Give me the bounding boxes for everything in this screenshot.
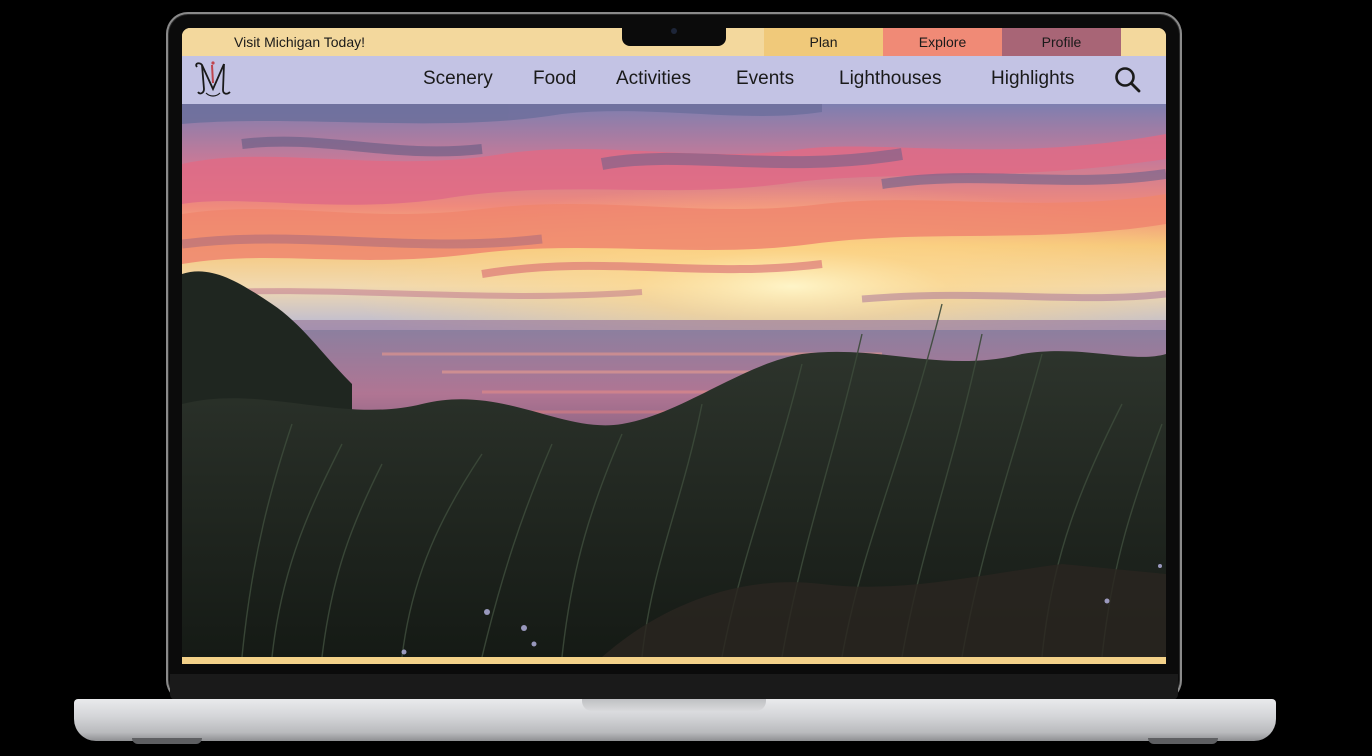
sunset-lake-illustration	[182, 104, 1166, 657]
nav-highlights[interactable]: Highlights	[991, 56, 1074, 104]
hero-accent-strip	[182, 657, 1166, 664]
site-logo[interactable]	[192, 59, 236, 99]
laptop-foot-right	[1148, 738, 1218, 744]
laptop-screen: Visit Michigan Today! Plan Explore Profi…	[182, 28, 1166, 664]
nav-lighthouses[interactable]: Lighthouses	[839, 56, 941, 104]
nav-scenery[interactable]: Scenery	[423, 56, 493, 104]
search-button[interactable]	[1112, 64, 1144, 96]
nav-events[interactable]: Events	[736, 56, 794, 104]
laptop-base-notch	[582, 699, 766, 711]
tab-explore[interactable]: Explore	[883, 28, 1002, 56]
laptop-bezel-bottom	[170, 674, 1178, 700]
michigan-logo-icon	[195, 61, 231, 97]
nav-food[interactable]: Food	[533, 56, 576, 104]
tab-plan[interactable]: Plan	[764, 28, 883, 56]
search-icon	[1115, 67, 1141, 93]
laptop-mockup: Visit Michigan Today! Plan Explore Profi…	[0, 0, 1372, 756]
nav-activities[interactable]: Activities	[616, 56, 691, 104]
laptop-foot-left	[132, 738, 202, 744]
tab-profile[interactable]: Profile	[1002, 28, 1121, 56]
promo-text: Visit Michigan Today!	[234, 34, 365, 50]
camera-icon	[671, 28, 677, 34]
main-nav: Scenery Food Activities Events Lighthous…	[182, 56, 1166, 104]
hero-image	[182, 104, 1166, 657]
